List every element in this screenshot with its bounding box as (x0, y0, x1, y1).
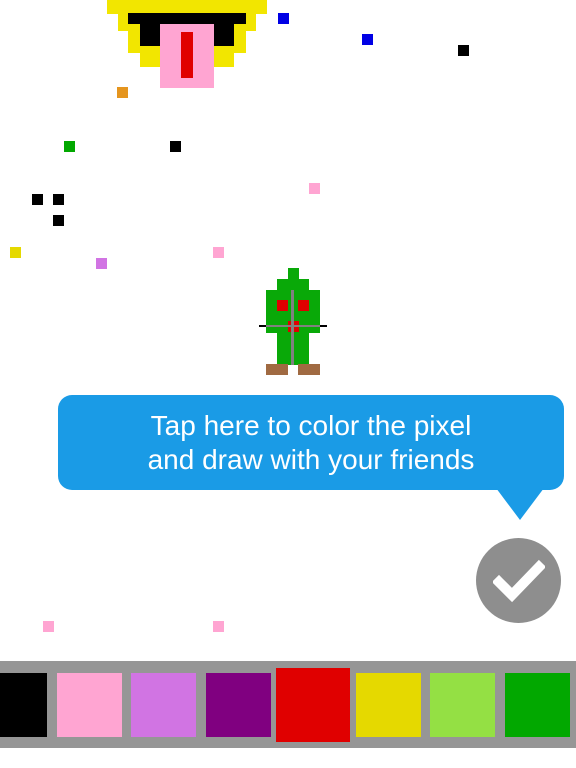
color-swatch-black[interactable] (0, 673, 47, 737)
pixel (278, 13, 289, 24)
pixel (53, 194, 64, 205)
pixel (117, 87, 128, 98)
tutorial-tooltip[interactable]: Tap here to color the pixel and draw wit… (58, 395, 564, 490)
pixel (458, 45, 469, 56)
color-palette (0, 661, 576, 748)
pixel (170, 141, 181, 152)
pixel (64, 141, 75, 152)
tooltip-pointer (496, 488, 544, 520)
pixel (10, 247, 21, 258)
tooltip-line-2: and draw with your friends (147, 443, 475, 475)
color-swatch-purple[interactable] (206, 673, 271, 737)
color-swatch-lilac[interactable] (131, 673, 196, 737)
pixel (32, 194, 43, 205)
color-swatch-lime[interactable] (430, 673, 495, 737)
pixel (213, 247, 224, 258)
pixel (53, 215, 64, 226)
confirm-pixel-button[interactable] (476, 538, 561, 623)
checkmark-icon (492, 559, 545, 602)
pixel (213, 621, 224, 632)
color-swatch-yellow[interactable] (356, 673, 421, 737)
pixel (96, 258, 107, 269)
color-swatch-pink[interactable] (57, 673, 122, 737)
pixel (362, 34, 373, 45)
color-swatch-red-selected[interactable] (276, 668, 350, 742)
pixel (43, 621, 54, 632)
color-swatch-green[interactable] (505, 673, 570, 737)
tooltip-line-1: Tap here to color the pixel (150, 409, 472, 441)
pixel (309, 183, 320, 194)
